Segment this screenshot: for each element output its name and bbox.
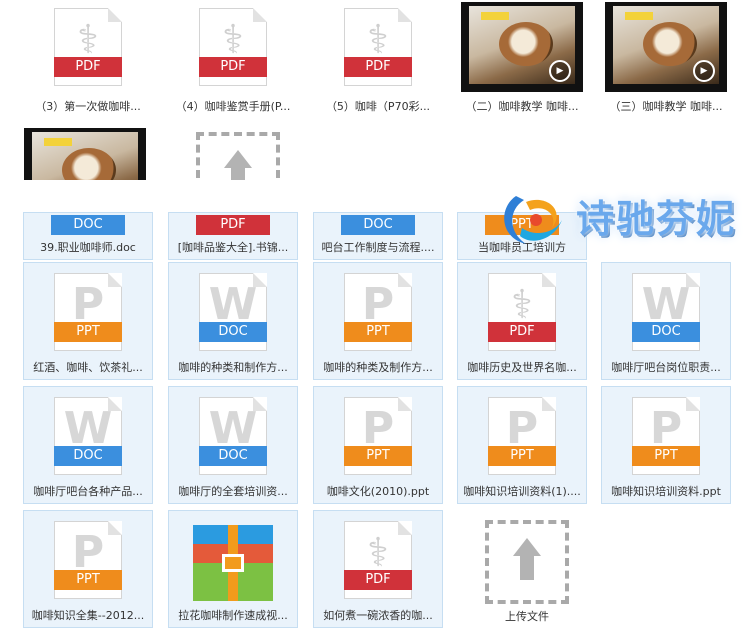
doc-file-icon: W DOC — [193, 267, 273, 357]
file-name: （5）咖啡（P70彩... — [325, 100, 431, 113]
upload-label: 上传文件 — [505, 610, 549, 623]
file-name: 吧台工作制度与流程.... — [321, 241, 435, 254]
watermark-logo: 诗驰芬妮 — [488, 182, 746, 260]
doc-file-icon: W DOC — [626, 267, 706, 357]
file-name: [咖啡品鉴大全].书锦... — [177, 241, 289, 254]
file-item[interactable]: P PPT 咖啡知识全集--2012... — [23, 510, 153, 628]
pdf-file-icon: ⚕ PDF — [338, 2, 418, 92]
file-name: 39.职业咖啡师.doc — [40, 241, 136, 254]
file-type-badge: PPT — [344, 446, 412, 466]
ppt-file-icon: P PPT — [626, 391, 706, 481]
swoosh-logo-icon — [504, 196, 562, 244]
file-name: 咖啡厅的全套培训资... — [178, 485, 288, 498]
file-type-badge: DOC — [199, 322, 267, 342]
file-name: 咖啡文化(2010).ppt — [326, 485, 430, 498]
file-item[interactable]: 拉花咖啡制作速成视... — [168, 510, 298, 628]
file-item[interactable]: P PPT 咖啡的种类及制作方... — [313, 262, 443, 380]
file-name: （4）咖啡鉴赏手册(P... — [175, 100, 291, 113]
file-type-badge: PPT — [54, 322, 122, 342]
pdf-file-icon: ⚕ PDF — [338, 515, 418, 605]
upload-icon[interactable] — [485, 520, 569, 604]
file-item[interactable]: ⚕ PDF （3）第一次做咖啡... — [23, 0, 153, 118]
video-thumbnail: ▶ — [605, 2, 727, 92]
file-type-badge: PDF — [54, 57, 122, 77]
file-item[interactable]: DOC 39.职业咖啡师.doc — [23, 212, 153, 260]
upload-item[interactable]: 上传文件 — [462, 510, 592, 628]
file-item[interactable]: P PPT 咖啡知识培训资料(1).... — [457, 386, 587, 504]
file-type-badge: DOC — [54, 446, 122, 466]
latte-art-image — [62, 148, 116, 180]
file-item[interactable]: P PPT 红酒、咖啡、饮茶礼... — [23, 262, 153, 380]
doc-file-icon: W DOC — [48, 391, 128, 481]
file-name: （3）第一次做咖啡... — [35, 100, 141, 113]
pdf-file-icon: ⚕ PDF — [193, 2, 273, 92]
file-type-badge: PPT — [54, 570, 122, 590]
video-thumbnail — [24, 128, 146, 180]
file-type-badge: PDF — [344, 57, 412, 77]
video-item[interactable]: ▶ （三）咖啡教学 咖啡... — [601, 0, 731, 118]
file-item[interactable]: W DOC 咖啡厅吧台各种产品... — [23, 386, 153, 504]
latte-art-image — [499, 22, 553, 66]
upload-item[interactable] — [173, 126, 303, 180]
file-name: 咖啡厅吧台岗位职责... — [611, 361, 721, 374]
file-name: 咖啡的种类和制作方... — [178, 361, 288, 374]
play-icon[interactable]: ▶ — [549, 60, 571, 82]
video-thumbnail: ▶ — [461, 2, 583, 92]
file-item[interactable]: W DOC 咖啡厅吧台岗位职责... — [601, 262, 731, 380]
file-name: （二）咖啡教学 咖啡... — [465, 100, 579, 113]
doc-file-icon: W DOC — [193, 391, 273, 481]
file-item[interactable]: ⚕ PDF （4）咖啡鉴赏手册(P... — [168, 0, 298, 118]
file-item[interactable]: W DOC 咖啡厅的全套培训资... — [168, 386, 298, 504]
video-item[interactable] — [20, 124, 150, 180]
ppt-file-icon: P PPT — [338, 267, 418, 357]
ppt-file-icon: P PPT — [48, 267, 128, 357]
archive-file-icon — [193, 525, 273, 601]
ppt-file-icon: P PPT — [338, 391, 418, 481]
file-name: 如何煮一碗浓香的咖... — [323, 609, 433, 622]
video-item[interactable]: ▶ （二）咖啡教学 咖啡... — [457, 0, 587, 118]
ppt-file-icon: P PPT — [482, 391, 562, 481]
file-type-badge: DOC — [51, 215, 125, 235]
file-type-badge: PDF — [344, 570, 412, 590]
pdf-file-icon: ⚕ PDF — [48, 2, 128, 92]
upload-icon[interactable] — [196, 132, 280, 180]
play-icon[interactable]: ▶ — [693, 60, 715, 82]
pdf-file-icon: ⚕ PDF — [482, 267, 562, 357]
file-item[interactable]: P PPT 咖啡知识培训资料.ppt — [601, 386, 731, 504]
file-type-badge: PPT — [344, 322, 412, 342]
file-item[interactable]: DOC 吧台工作制度与流程.... — [313, 212, 443, 260]
file-type-badge: PDF — [196, 215, 270, 235]
file-name: 咖啡历史及世界名咖... — [467, 361, 577, 374]
file-name: 红酒、咖啡、饮茶礼... — [33, 361, 143, 374]
latte-art-image — [643, 22, 697, 66]
ppt-file-icon: P PPT — [48, 515, 128, 605]
file-item[interactable]: ⚕ PDF 如何煮一碗浓香的咖... — [313, 510, 443, 628]
file-type-badge: DOC — [632, 322, 700, 342]
file-type-badge: PPT — [632, 446, 700, 466]
file-name: 咖啡的种类及制作方... — [323, 361, 433, 374]
file-name: 咖啡厅吧台各种产品... — [33, 485, 143, 498]
file-name: 咖啡知识培训资料(1).... — [463, 485, 581, 498]
file-type-badge: DOC — [341, 215, 415, 235]
file-name: 咖啡知识全集--2012... — [31, 609, 145, 622]
file-type-badge: PPT — [488, 446, 556, 466]
file-item[interactable]: P PPT 咖啡文化(2010).ppt — [313, 386, 443, 504]
watermark-text: 诗驰芬妮 — [576, 197, 737, 241]
file-item[interactable]: ⚕ PDF （5）咖啡（P70彩... — [313, 0, 443, 118]
file-type-badge: PDF — [199, 57, 267, 77]
file-type-badge: PDF — [488, 322, 556, 342]
file-item[interactable]: PDF [咖啡品鉴大全].书锦... — [168, 212, 298, 260]
file-item[interactable]: ⚕ PDF 咖啡历史及世界名咖... — [457, 262, 587, 380]
file-name: 拉花咖啡制作速成视... — [178, 609, 288, 622]
file-name: （三）咖啡教学 咖啡... — [609, 100, 723, 113]
file-name: 咖啡知识培训资料.ppt — [611, 485, 721, 498]
file-type-badge: DOC — [199, 446, 267, 466]
file-item[interactable]: W DOC 咖啡的种类和制作方... — [168, 262, 298, 380]
